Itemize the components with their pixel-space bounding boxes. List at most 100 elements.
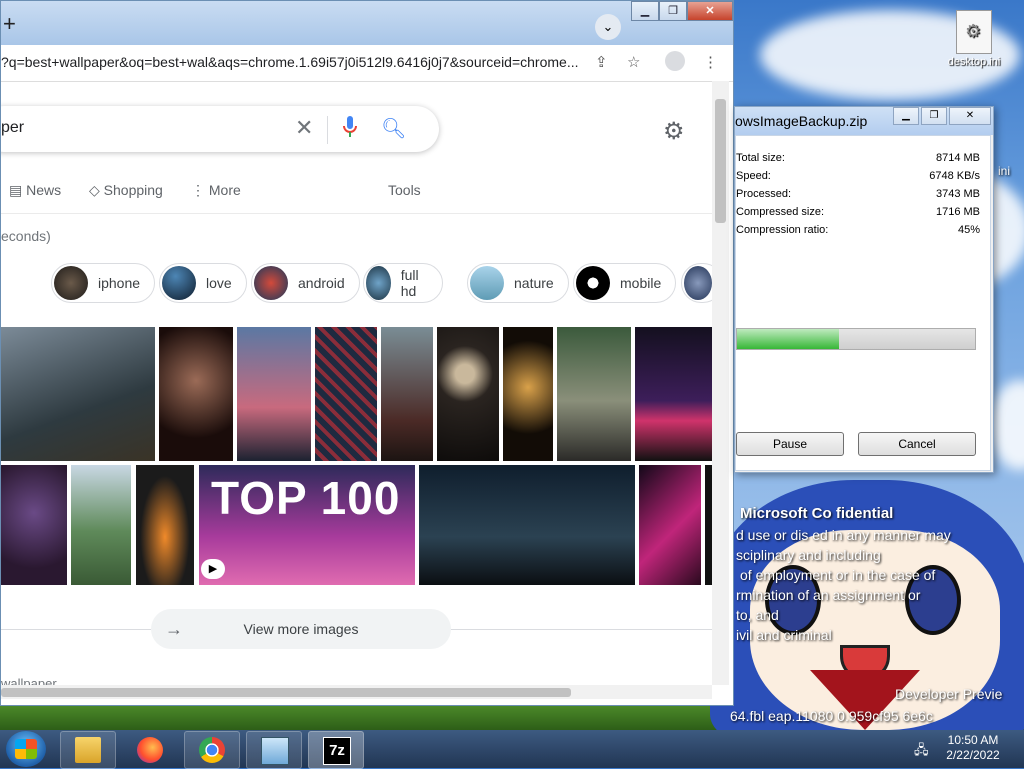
image-result[interactable]: TOP 100 ▶	[199, 465, 415, 585]
chip-thumbnail	[684, 266, 712, 300]
dialog-titlebar[interactable]: owsImageBackup.zip ▁ ❐ ✕	[735, 107, 993, 135]
search-input[interactable]: per	[1, 119, 24, 137]
stat-compression-ratio: Compression ratio: 45%	[736, 224, 980, 236]
image-result[interactable]	[1, 465, 67, 585]
url-field[interactable]: ?q=best+wallpaper&oq=best+wal&aqs=chrome…	[1, 54, 586, 70]
taskbar-7zip[interactable]: 7z	[308, 731, 364, 769]
start-button[interactable]	[6, 731, 46, 767]
dialog-window-controls: ▁ ❐ ✕	[893, 107, 991, 125]
chrome-icon	[199, 737, 225, 763]
stat-compressed-size: Compressed size: 1716 MB	[736, 206, 980, 218]
search-tabs: ▤ News ◇ Shopping ⋮ More Tools	[1, 181, 712, 214]
chip-nature[interactable]: nature	[467, 263, 569, 303]
window-controls: ▁ ❐ ✕	[631, 1, 733, 21]
taskbar-firefox[interactable]	[122, 731, 178, 769]
wallpaper-text-line: ivil and criminal	[736, 627, 832, 643]
scrollbar-thumb[interactable]	[715, 99, 726, 223]
scrollbar-thumb[interactable]	[1, 688, 571, 697]
minimize-button[interactable]: ▁	[893, 107, 919, 125]
arrow-right-icon: →	[165, 619, 183, 639]
chip-thumbnail	[254, 266, 288, 300]
image-result[interactable]	[159, 327, 233, 461]
image-result[interactable]	[315, 327, 377, 461]
close-button[interactable]: ✕	[687, 1, 733, 21]
view-more-images-button[interactable]: → View more images	[151, 609, 451, 649]
control-panel-icon	[261, 737, 289, 765]
taskbar: 7z 🖧 10:50 AM 2/22/2022	[0, 730, 1024, 769]
minimize-button[interactable]: ▁	[631, 1, 659, 21]
cancel-button[interactable]: Cancel	[858, 432, 976, 456]
image-result[interactable]	[1, 327, 155, 461]
image-result[interactable]	[381, 327, 433, 461]
wallpaper-text-line: sciplinary and including	[736, 547, 881, 563]
image-result[interactable]	[71, 465, 131, 585]
bookmark-star-icon[interactable]: ☆	[627, 53, 640, 71]
image-result[interactable]	[639, 465, 701, 585]
desktop-icon-label: desktop.ini	[947, 56, 1001, 68]
taskbar-control-panel[interactable]	[246, 731, 302, 769]
chip-full-hd[interactable]: full hd	[363, 263, 443, 303]
chip-thumbnail	[54, 266, 88, 300]
tab-tools[interactable]: Tools	[388, 182, 421, 198]
voice-search-icon[interactable]	[343, 116, 357, 138]
address-bar: ?q=best+wallpaper&oq=best+wal&aqs=chrome…	[1, 45, 733, 82]
clear-search-icon[interactable]: ✕	[295, 115, 313, 141]
play-icon[interactable]: ▶	[201, 559, 225, 579]
divider	[451, 629, 712, 630]
clock-date: 2/22/2022	[946, 748, 1000, 762]
wallpaper-confidential-heading: Microsoft Co fidential	[740, 505, 894, 522]
archive-progress-dialog: owsImageBackup.zip ▁ ❐ ✕ Total size: 8714…	[734, 106, 994, 473]
result-stats: econds)	[1, 228, 51, 244]
image-result[interactable]	[635, 327, 715, 461]
stat-speed: Speed: 6748 KB/s	[736, 170, 980, 182]
taskbar-chrome[interactable]	[184, 731, 240, 769]
progress-fill	[737, 329, 840, 349]
share-icon[interactable]: ⇪	[595, 53, 608, 71]
network-icon[interactable]: 🖧	[914, 741, 929, 763]
restore-button[interactable]: ❐	[659, 1, 687, 21]
dialog-title: owsImageBackup.zip	[735, 113, 868, 129]
firefox-icon	[137, 737, 163, 763]
chip-android[interactable]: android	[251, 263, 360, 303]
search-icon[interactable]: 🔍︎	[381, 116, 406, 141]
image-result[interactable]	[437, 327, 499, 461]
search-box: per ✕ 🔍︎	[1, 106, 439, 152]
chip-iphone[interactable]: iphone	[51, 263, 156, 303]
stat-processed: Processed: 3743 MB	[736, 188, 980, 200]
close-button[interactable]: ✕	[949, 107, 991, 125]
pause-button[interactable]: Pause	[736, 432, 844, 456]
restore-button[interactable]: ❐	[921, 107, 947, 125]
system-clock[interactable]: 10:50 AM 2/22/2022	[940, 733, 1006, 763]
settings-gear-icon[interactable]: ⚙	[663, 117, 685, 146]
tab-shopping[interactable]: ◇ Shopping	[89, 182, 163, 199]
horizontal-scrollbar[interactable]	[1, 685, 712, 699]
divider	[1, 629, 151, 630]
image-overlay-text: TOP 100	[211, 472, 401, 524]
profile-avatar-icon[interactable]	[665, 51, 685, 71]
wallpaper-cloud	[990, 380, 1024, 470]
image-result[interactable]	[503, 327, 553, 461]
tab-search-chevron-icon[interactable]: ⌄	[595, 14, 621, 40]
desktop-ini-icon[interactable]: desktop.ini	[946, 10, 1002, 68]
wallpaper-side-text: ini	[998, 164, 1011, 178]
7zip-icon: 7z	[323, 737, 351, 765]
settings-file-icon	[956, 10, 992, 54]
tab-more[interactable]: ⋮ More	[191, 182, 241, 199]
taskbar-explorer[interactable]	[60, 731, 116, 769]
tab-news[interactable]: ▤ News	[9, 182, 61, 199]
chip-love[interactable]: love	[159, 263, 247, 303]
new-tab-icon[interactable]: +	[3, 11, 16, 37]
clock-time: 10:50 AM	[947, 733, 999, 747]
image-result[interactable]	[136, 465, 194, 585]
window-titlebar[interactable]: + ⌄ ▁ ❐ ✕	[1, 1, 733, 45]
chip-mobile[interactable]: mobile	[573, 263, 677, 303]
wallpaper-text-line: of employment or in the case of	[740, 567, 936, 583]
image-result[interactable]	[419, 465, 635, 585]
chip-thumbnail	[470, 266, 504, 300]
image-result[interactable]	[237, 327, 311, 461]
vertical-scrollbar[interactable]	[712, 81, 729, 685]
image-result[interactable]	[557, 327, 631, 461]
chrome-menu-icon[interactable]: ⋮	[703, 53, 718, 71]
dialog-body: Total size: 8714 MB Speed: 6748 KB/s Proce…	[735, 135, 991, 471]
stat-total-size: Total size: 8714 MB	[736, 152, 980, 164]
